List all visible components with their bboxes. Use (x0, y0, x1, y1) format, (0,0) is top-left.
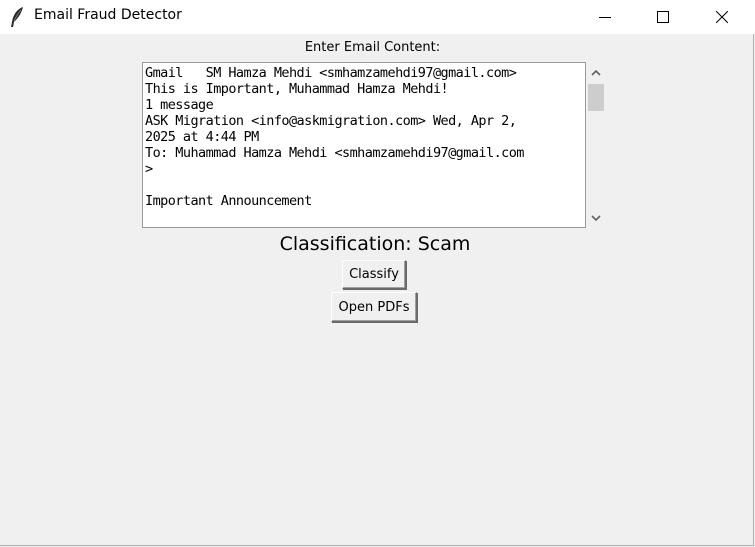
classify-button[interactable]: Classify (342, 260, 406, 289)
close-icon (716, 11, 728, 23)
window-title: Email Fraud Detector (34, 7, 182, 23)
email-line: > (145, 161, 153, 177)
classification-result: Classification: Scam (279, 233, 471, 255)
close-button[interactable] (693, 0, 751, 34)
textarea-scrollbar[interactable] (587, 62, 605, 228)
email-line: ASK Migration <info@askmigration.com> We… (145, 113, 517, 129)
email-content-label: Enter Email Content: (304, 40, 441, 55)
minimize-icon (599, 17, 611, 18)
email-line: 2025 at 4:44 PM (145, 129, 259, 145)
email-line: Important Announcement (145, 193, 312, 209)
chevron-down-icon (591, 215, 601, 222)
scroll-thumb[interactable] (588, 84, 604, 111)
title-bar: Email Fraud Detector (0, 0, 755, 34)
maximize-icon (657, 11, 669, 23)
maximize-button[interactable] (634, 0, 692, 34)
scroll-down-button[interactable] (587, 209, 605, 227)
email-content-textarea[interactable]: Gmail SM Hamza Mehdi <smhamzamehdi97@gma… (142, 62, 586, 228)
email-line: This is Important, Muhammad Hamza Mehdi! (145, 81, 449, 97)
chevron-up-icon (591, 69, 601, 76)
email-line: To: Muhammad Hamza Mehdi <smhamzamehdi97… (145, 145, 524, 161)
minimize-button[interactable] (576, 0, 634, 34)
scroll-up-button[interactable] (587, 64, 605, 82)
open-pdfs-button[interactable]: Open PDFs (331, 292, 417, 322)
email-line: 1 message (145, 97, 214, 113)
email-line: Gmail SM Hamza Mehdi <smhamzamehdi97@gma… (145, 65, 517, 81)
feather-icon (8, 6, 28, 28)
